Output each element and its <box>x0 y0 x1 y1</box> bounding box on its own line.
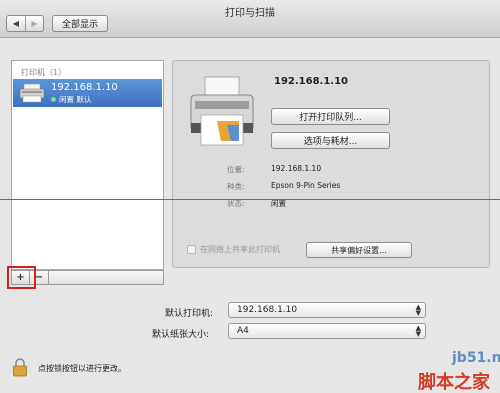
default-paper-size-label: 默认纸张大小: <box>152 330 210 340</box>
watermark-site: jb51.net <box>452 350 500 366</box>
watermark-name: 脚本之家 <box>418 372 490 393</box>
forward-button[interactable]: ▶ <box>24 16 43 31</box>
default-printer-select[interactable]: 192.168.1.10 ▲ ▼ <box>228 302 426 318</box>
title-bar: 打印与扫描 ◀ ▶ 全部显示 <box>0 0 500 38</box>
kind-label: 种类: <box>227 182 245 191</box>
lock-hint-text: 点按锁按钮以进行更改。 <box>38 364 126 373</box>
printer-item-status: 闲置 默认 <box>51 94 91 105</box>
idle-status-dot-icon <box>51 97 56 102</box>
list-footer-strip <box>49 270 164 285</box>
printer-icon <box>19 83 45 103</box>
back-button[interactable]: ◀ <box>7 16 25 31</box>
default-printer-label: 默认打印机: <box>165 309 214 319</box>
print-scan-window: 打印与扫描 ◀ ▶ 全部显示 打印机（1） 192.168.1.10 闲置 默认… <box>0 0 500 393</box>
open-print-queue-button[interactable]: 打开打印队列... <box>271 108 390 125</box>
lock-icon[interactable] <box>12 357 28 377</box>
sharing-preferences-button[interactable]: 共享偏好设置... <box>306 242 412 258</box>
select-arrows-icon: ▲ ▼ <box>415 303 421 317</box>
share-printer-label: 在网络上共享此打印机 <box>200 245 280 254</box>
printer-item-name: 192.168.1.10 <box>51 82 118 93</box>
share-printer-checkbox[interactable] <box>187 245 196 254</box>
printer-list-item[interactable]: 192.168.1.10 闲置 默认 <box>13 79 162 107</box>
default-paper-size-value: A4 <box>237 326 249 336</box>
select-arrows-icon: ▲ ▼ <box>415 324 421 338</box>
location-value: 192.168.1.10 <box>271 164 322 173</box>
default-printer-value: 192.168.1.10 <box>237 305 298 315</box>
add-button-highlight <box>7 266 36 289</box>
printer-item-status-text: 闲置 默认 <box>59 95 92 104</box>
red-annotation-line <box>0 199 500 200</box>
show-all-button[interactable]: 全部显示 <box>52 15 108 32</box>
printer-list[interactable]: 打印机（1） 192.168.1.10 闲置 默认 <box>11 60 164 270</box>
location-label: 位置: <box>227 165 245 174</box>
nav-button-group: ◀ ▶ <box>6 15 44 32</box>
kind-value: Epson 9-Pin Series <box>271 181 341 190</box>
detail-printer-name: 192.168.1.10 <box>274 76 349 87</box>
large-printer-icon <box>190 76 254 146</box>
printer-detail-panel: 192.168.1.10 打开打印队列... 选项与耗材... 位置: 192.… <box>172 60 490 268</box>
default-paper-size-select[interactable]: A4 ▲ ▼ <box>228 323 426 339</box>
printer-list-header: 打印机（1） <box>21 68 67 77</box>
share-printer-row: 在网络上共享此打印机 <box>187 244 280 255</box>
options-supplies-button[interactable]: 选项与耗材... <box>271 132 390 149</box>
